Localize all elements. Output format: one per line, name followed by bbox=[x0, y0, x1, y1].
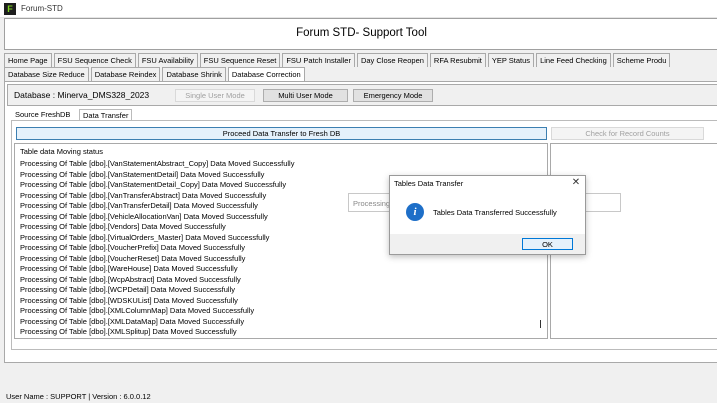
list-item[interactable]: Processing Of Table [dbo].[WDSKUList] Da… bbox=[20, 296, 540, 307]
dialog-titlebar: Tables Data Transfer ✕ bbox=[390, 176, 585, 190]
list-item[interactable]: Processing Of Table [dbo].[XMLSplitup] D… bbox=[20, 327, 540, 338]
app-title: Forum STD- Support Tool bbox=[296, 27, 427, 39]
tab-fsu-availability[interactable]: FSU Availability bbox=[137, 53, 198, 67]
main-tab-bar: Home Page FSU Sequence Check FSU Availab… bbox=[4, 53, 672, 67]
header-panel: Forum STD- Support Tool bbox=[4, 18, 717, 50]
tab-day-close-reopen[interactable]: Day Close Reopen bbox=[356, 53, 428, 67]
list-item[interactable]: Processing Of Table [dbo].[XMLDataMap] D… bbox=[20, 317, 540, 328]
list-item[interactable]: Processing Of Table [dbo].[VoucherReset]… bbox=[20, 254, 540, 265]
database-tab-bar: Database Size Reduce Database Reindex Da… bbox=[4, 67, 307, 81]
single-user-mode-button[interactable]: Single User Mode bbox=[175, 89, 255, 102]
tab-line-feed-checking[interactable]: Line Feed Checking bbox=[536, 53, 611, 67]
close-icon[interactable]: ✕ bbox=[570, 177, 582, 189]
ok-button[interactable]: OK bbox=[522, 238, 573, 250]
tab-rfa-resubmit[interactable]: RFA Resubmit bbox=[429, 53, 486, 67]
list-item[interactable]: Processing Of Table [dbo].[XMLColumnMap]… bbox=[20, 306, 540, 317]
tab-home-page[interactable]: Home Page bbox=[4, 53, 52, 67]
tab-database-size-reduce[interactable]: Database Size Reduce bbox=[4, 67, 89, 81]
list-item[interactable]: Processing Of Table [dbo].[WcpAbstract] … bbox=[20, 275, 540, 286]
tab-database-shrink[interactable]: Database Shrink bbox=[162, 67, 226, 81]
list-item[interactable]: Processing Of Table [dbo].[WareHouse] Da… bbox=[20, 264, 540, 275]
list-item[interactable]: Processing Of Table [dbo].[VanStatementA… bbox=[20, 159, 540, 170]
list-item[interactable]: Processing Of Table [dbo].[WCPDetail] Da… bbox=[20, 285, 540, 296]
status-bar: User Name : SUPPORT | Version : 6.0.0.12 bbox=[6, 392, 151, 401]
tab-source-freshdb[interactable]: Source FreshDB bbox=[12, 109, 73, 120]
tables-data-transfer-dialog: Tables Data Transfer ✕ i Tables Data Tra… bbox=[389, 175, 586, 255]
multi-user-mode-button[interactable]: Multi User Mode bbox=[263, 89, 348, 102]
tab-data-transfer[interactable]: Data Transfer bbox=[79, 109, 133, 120]
dialog-message: Tables Data Transferred Successfully bbox=[433, 208, 557, 217]
tab-scheme-produ[interactable]: Scheme Produ bbox=[612, 53, 671, 67]
log-scrollbar[interactable] bbox=[540, 320, 541, 328]
database-mode-panel: Database : Minerva_DMS328_2023 Single Us… bbox=[7, 84, 717, 106]
tab-database-reindex[interactable]: Database Reindex bbox=[90, 67, 161, 81]
tab-database-correction[interactable]: Database Correction bbox=[227, 67, 305, 81]
proceed-data-transfer-button[interactable]: Proceed Data Transfer to Fresh DB bbox=[16, 127, 547, 140]
tab-fsu-sequence-reset[interactable]: FSU Sequence Reset bbox=[199, 53, 281, 67]
dialog-title: Tables Data Transfer bbox=[394, 179, 464, 188]
window-titlebar: F Forum-STD bbox=[0, 0, 717, 18]
tab-fsu-patch-installer[interactable]: FSU Patch Installer bbox=[282, 53, 355, 67]
emergency-mode-button[interactable]: Emergency Mode bbox=[353, 89, 433, 102]
log-title: Table data Moving status bbox=[20, 147, 103, 156]
check-record-counts-button[interactable]: Check for Record Counts bbox=[551, 127, 704, 140]
dialog-footer: OK bbox=[390, 234, 585, 254]
tab-yep-status[interactable]: YEP Status bbox=[487, 53, 535, 67]
database-name-label: Database : Minerva_DMS328_2023 bbox=[14, 90, 150, 100]
info-icon: i bbox=[406, 203, 424, 221]
window-title: Forum-STD bbox=[21, 4, 63, 13]
dialog-body: i Tables Data Transferred Successfully bbox=[390, 190, 585, 234]
app-logo-icon: F bbox=[4, 3, 16, 15]
tab-fsu-sequence-check[interactable]: FSU Sequence Check bbox=[53, 53, 136, 67]
